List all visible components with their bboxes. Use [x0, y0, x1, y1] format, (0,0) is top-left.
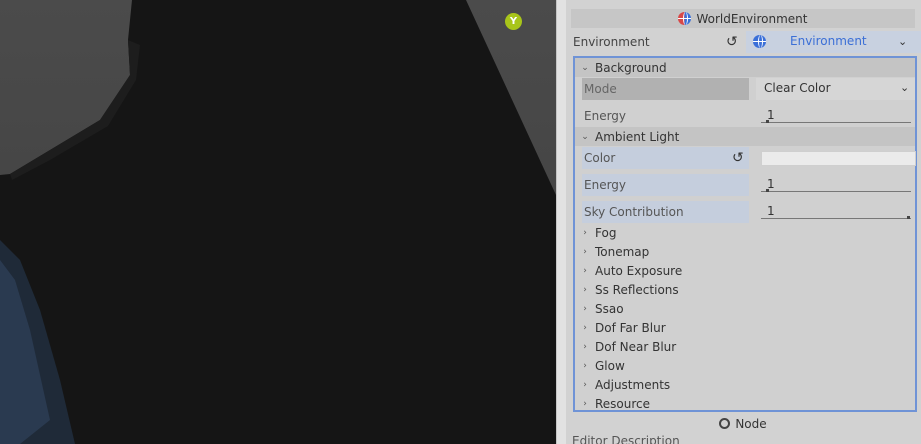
section-background[interactable]: ⌄ Background	[575, 58, 915, 77]
slider-grabber[interactable]	[907, 216, 910, 219]
ambient-energy-label: Energy	[582, 174, 749, 196]
node-category-label: Node	[735, 416, 767, 431]
section-background-label: Background	[595, 60, 667, 75]
section-label: Glow	[595, 358, 625, 373]
section-adjustments[interactable]: › Adjustments	[575, 375, 670, 394]
section-label: Dof Near Blur	[595, 339, 677, 354]
node-title: WorldEnvironment	[696, 11, 808, 26]
section-label: Fog	[595, 225, 617, 240]
section-label: Resource	[595, 396, 651, 411]
chevron-right-icon: ›	[583, 284, 587, 295]
chevron-right-icon: ›	[583, 265, 587, 276]
ambient-energy-property: Energy 1	[582, 174, 915, 196]
axis-gizmo-y[interactable]: Y	[505, 13, 522, 30]
chevron-down-icon: ⌄	[581, 62, 589, 73]
revert-icon[interactable]: ↺	[732, 151, 744, 165]
sky-contribution-property: Sky Contribution 1	[582, 201, 915, 223]
section-tonemap[interactable]: › Tonemap	[575, 242, 649, 261]
background-energy-slider[interactable]: 1	[756, 105, 915, 127]
background-mode-value: Clear Color	[764, 81, 831, 95]
inspector-panel: WorldEnvironment Environment ↺ Environme…	[566, 0, 921, 444]
sky-contribution-label: Sky Contribution	[582, 201, 749, 223]
slider-grabber[interactable]	[766, 189, 769, 192]
section-glow[interactable]: › Glow	[575, 356, 625, 375]
background-energy-property: Energy 1	[582, 105, 915, 127]
chevron-right-icon: ›	[583, 303, 587, 314]
chevron-down-icon: ⌄	[581, 131, 589, 142]
ambient-color-label: Color ↺	[582, 147, 749, 169]
section-ssao[interactable]: › Ssao	[575, 299, 624, 318]
slider-track	[761, 191, 911, 192]
environment-label-text: Environment	[573, 35, 650, 49]
chevron-right-icon: ›	[583, 341, 587, 352]
sky-contribution-slider[interactable]: 1	[756, 201, 915, 223]
section-label: Ssao	[595, 301, 624, 316]
environment-resource-icon	[753, 35, 766, 48]
chevron-right-icon: ›	[583, 398, 587, 409]
environment-resource-panel: ⌄ Background Mode Clear Color ⌄ Energy 1…	[573, 56, 917, 412]
section-label: Adjustments	[595, 377, 671, 392]
environment-property: Environment ↺ Environment ⌄	[571, 31, 921, 53]
section-label: Dof Far Blur	[595, 320, 666, 335]
world-environment-icon	[678, 12, 692, 25]
panel-splitter[interactable]	[556, 0, 566, 444]
section-label: Auto Exposure	[595, 263, 683, 278]
environment-resource-picker[interactable]: Environment ⌄	[746, 31, 921, 53]
color-swatch[interactable]	[761, 151, 916, 166]
ambient-energy-slider[interactable]: 1	[756, 174, 915, 196]
sky-contribution-value: 1	[767, 204, 775, 218]
node-category-header[interactable]: Node	[571, 414, 915, 433]
background-mode-label: Mode	[582, 78, 749, 100]
section-fog[interactable]: › Fog	[575, 223, 616, 242]
chevron-down-icon: ⌄	[900, 81, 910, 94]
slider-grabber[interactable]	[766, 120, 769, 123]
editor-description-label: Editor Description	[572, 434, 680, 444]
chevron-right-icon: ›	[583, 322, 587, 333]
section-label: Ss Reflections	[595, 282, 679, 297]
ambient-color-property: Color ↺	[582, 147, 916, 169]
node-icon	[719, 418, 731, 429]
chevron-right-icon: ›	[583, 246, 587, 257]
section-dof-far-blur[interactable]: › Dof Far Blur	[575, 318, 666, 337]
background-mode-dropdown[interactable]: Clear Color ⌄	[756, 78, 915, 100]
section-auto-exposure[interactable]: › Auto Exposure	[575, 261, 682, 280]
section-ambient-light-label: Ambient Light	[595, 129, 680, 144]
background-energy-label: Energy	[584, 109, 627, 123]
chevron-right-icon: ›	[583, 379, 587, 390]
ambient-color-picker[interactable]	[756, 147, 916, 169]
slider-track	[761, 122, 911, 123]
viewport-scene	[0, 0, 556, 444]
chevron-down-icon[interactable]: ⌄	[898, 35, 907, 48]
ambient-color-label-text: Color	[584, 151, 616, 165]
environment-label: Environment ↺	[571, 31, 738, 53]
chevron-right-icon: ›	[583, 227, 587, 238]
3d-viewport[interactable]: Y	[0, 0, 556, 444]
background-mode-select[interactable]: Clear Color ⌄	[756, 78, 915, 100]
section-ss-reflections[interactable]: › Ss Reflections	[575, 280, 679, 299]
node-header: WorldEnvironment	[571, 9, 915, 28]
section-label: Tonemap	[595, 244, 650, 259]
chevron-right-icon: ›	[583, 360, 587, 371]
section-ambient-light[interactable]: ⌄ Ambient Light	[575, 127, 915, 146]
revert-icon[interactable]: ↺	[726, 35, 738, 49]
background-mode-property: Mode Clear Color ⌄	[582, 78, 915, 100]
slider-track	[761, 218, 911, 219]
section-dof-near-blur[interactable]: › Dof Near Blur	[575, 337, 676, 356]
section-resource[interactable]: › Resource	[575, 394, 650, 413]
environment-resource-name: Environment	[790, 34, 867, 48]
